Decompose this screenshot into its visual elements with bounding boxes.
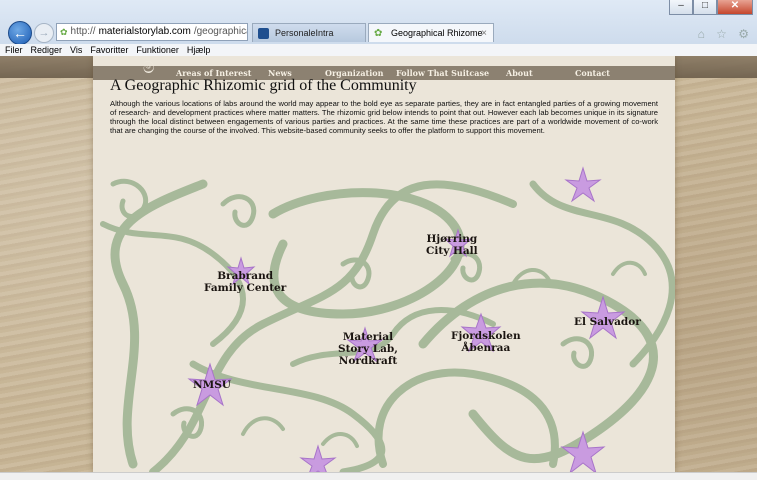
tab-label: PersonaleIntra (275, 28, 334, 38)
page-title: A Geographic Rhizomic grid of the Commun… (110, 77, 417, 94)
location-line: Fjordskolen (451, 330, 521, 342)
intro-paragraph: Although the various locations of labs a… (110, 99, 658, 135)
window-controls: – □ ✕ (669, 0, 753, 15)
location-material-story-lab[interactable]: Material Story Lab, Nordkraft (338, 331, 398, 367)
location-line: El Salvador (574, 316, 641, 328)
intranet-favicon-icon (258, 28, 269, 39)
web-page: ම Areas of Interest News Organization Fo… (0, 56, 757, 472)
arrow-left-icon: ← (13, 25, 27, 41)
menu-item-vis[interactable]: Vis (70, 44, 82, 56)
tab-geographical-rhizome[interactable]: ✿ Geographical Rhizome × (368, 23, 494, 42)
site-logo-icon[interactable]: ම (143, 58, 155, 78)
nav-contact[interactable]: Contact (575, 68, 610, 78)
location-fjordskolen-abenraa[interactable]: Fjordskolen Åbenraa (451, 330, 521, 354)
flower-icon (564, 166, 602, 203)
nav-about[interactable]: About (506, 68, 533, 78)
browser-chrome: – □ ✕ ← → ✿ http://materialstorylab.com /… (0, 0, 757, 56)
location-line: NMSU (193, 379, 231, 391)
rhizome-map: Hjørring City Hall Brabrand Family Cente… (93, 164, 676, 472)
flower-icon (299, 444, 337, 472)
address-bar[interactable]: ✿ http://materialstorylab.com/geographic… (56, 23, 248, 41)
site-favicon-icon: ✿ (374, 28, 383, 39)
flower-icon (560, 430, 606, 472)
location-el-salvador[interactable]: El Salvador (574, 316, 641, 328)
location-line: Hjørring (426, 233, 478, 245)
menu-item-funktioner[interactable]: Funktioner (136, 44, 179, 56)
arrow-right-icon: → (38, 27, 50, 39)
tab-label: Geographical Rhizome (391, 28, 483, 38)
close-window-button[interactable]: ✕ (717, 0, 753, 15)
tab-personaleintra[interactable]: PersonaleIntra (252, 23, 366, 42)
maximize-button[interactable]: □ (693, 0, 717, 15)
url-prefix: http:// (70, 26, 96, 37)
location-line: Brabrand (217, 270, 274, 282)
location-line: Åbenraa (461, 342, 511, 354)
url-host: materialstorylab.com (98, 26, 191, 37)
back-button[interactable]: ← (8, 21, 32, 45)
location-line: Story Lab, (338, 343, 398, 355)
location-line: Family Center (204, 282, 287, 294)
location-line: Material (342, 331, 394, 343)
menu-item-filer[interactable]: Filer (5, 44, 23, 56)
toolbar-icons[interactable]: ⌂ ☆ ⚙ (698, 27, 753, 41)
menu-bar: Filer Rediger Vis Favoritter Funktioner … (0, 44, 757, 56)
location-line: Nordkraft (338, 355, 398, 367)
close-tab-icon[interactable]: × (481, 24, 487, 42)
menu-item-hjaelp[interactable]: Hjælp (187, 44, 211, 56)
location-brabrand-family-center[interactable]: Brabrand Family Center (204, 270, 286, 294)
location-line: City Hall (426, 245, 478, 257)
url-path: /geographical-rhizor (193, 26, 247, 37)
menu-item-favoritter[interactable]: Favoritter (90, 44, 128, 56)
minimize-button[interactable]: – (669, 0, 693, 15)
menu-item-rediger[interactable]: Rediger (31, 44, 63, 56)
forward-button[interactable]: → (34, 23, 54, 43)
location-hjorring-city-hall[interactable]: Hjørring City Hall (426, 233, 478, 257)
site-favicon-icon: ✿ (60, 27, 68, 37)
location-nmsu[interactable]: NMSU (193, 379, 231, 391)
